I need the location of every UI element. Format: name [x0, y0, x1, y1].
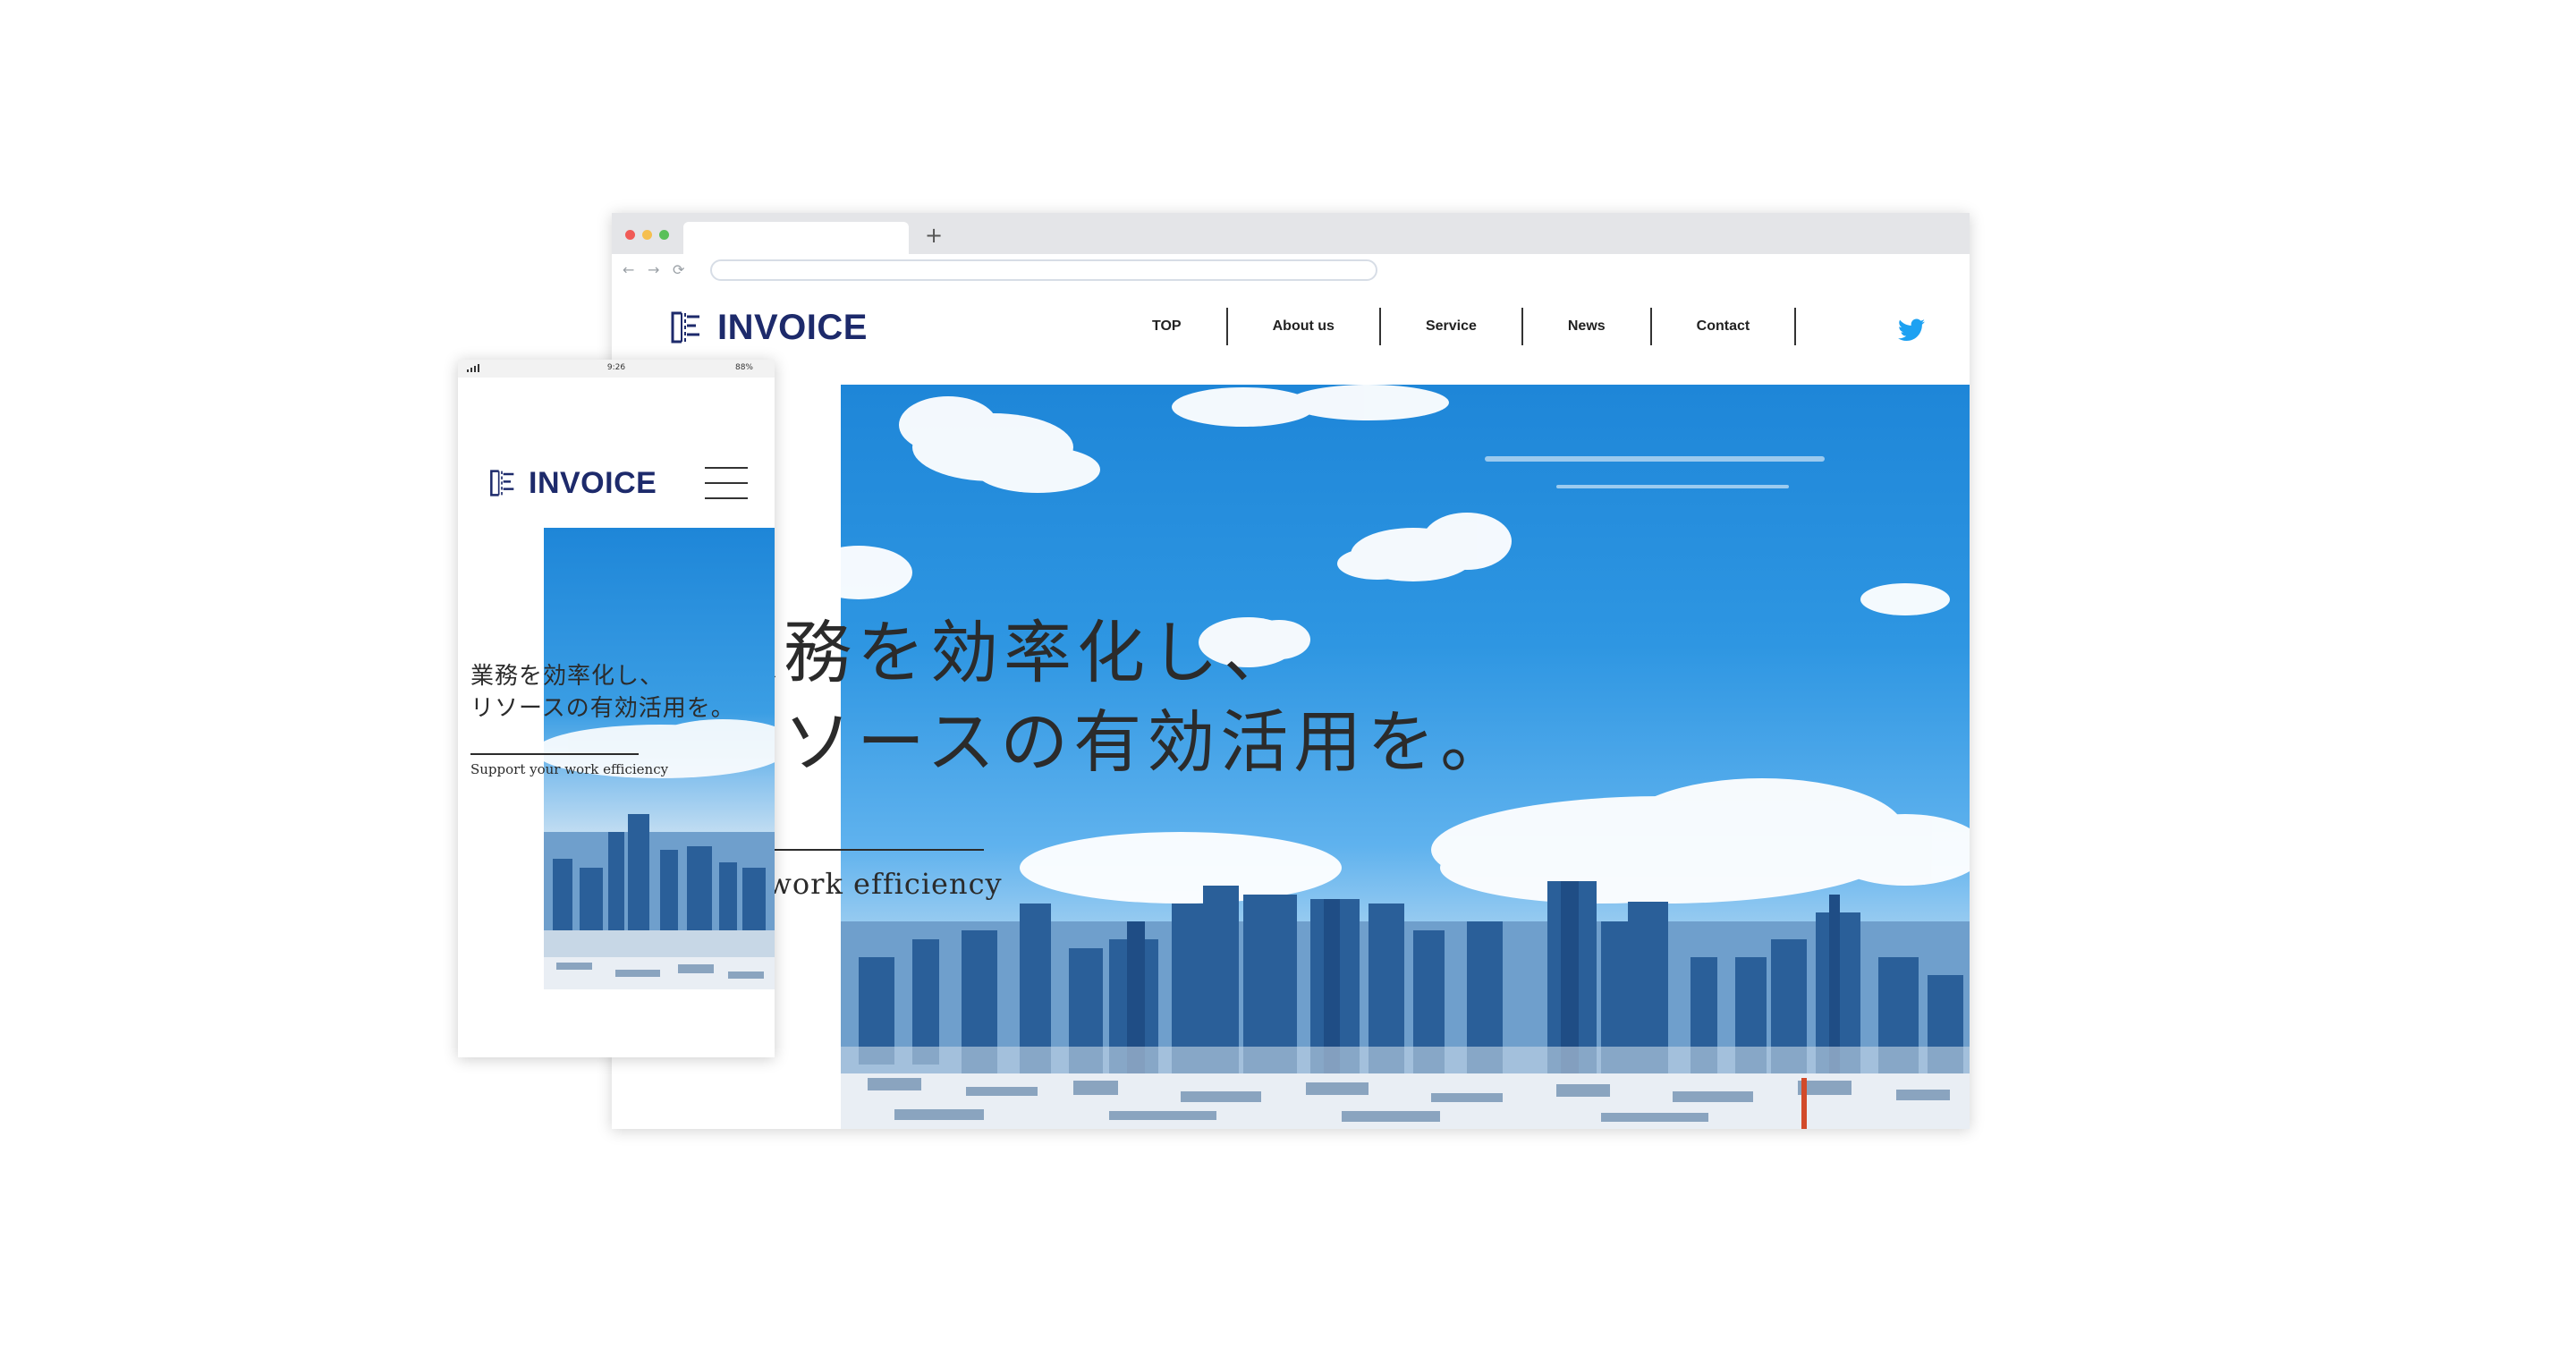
nav-item-about-us[interactable]: About us — [1228, 308, 1381, 345]
address-bar[interactable] — [710, 259, 1377, 281]
mobile-phone-mockup: 9:26 88% INVOICE 業務を効率化し、 リソースの有効活用を。 Su… — [458, 360, 775, 1057]
nav-item-contact[interactable]: Contact — [1652, 308, 1797, 345]
mobile-cityscape-illustration — [544, 719, 775, 989]
invoice-logo-icon — [671, 311, 699, 344]
mobile-hero-subline: Support your work efficiency — [470, 761, 669, 777]
site-header: INVOICE TOP About us Service News Contac… — [612, 288, 1970, 369]
minimize-window-dot[interactable] — [642, 230, 652, 240]
main-nav: TOP About us Service News Contact — [1152, 308, 1797, 345]
desktop-browser-mockup: + ← → ⟳ INVOICE TOP About us Service New… — [612, 213, 1970, 1129]
hero-cityscape-image — [841, 385, 1970, 1129]
mobile-hero-image — [544, 528, 775, 989]
browser-tab[interactable] — [683, 222, 909, 254]
close-window-dot[interactable] — [625, 230, 635, 240]
twitter-icon[interactable] — [1898, 318, 1925, 342]
hamburger-menu-icon[interactable] — [705, 465, 748, 501]
cityscape-illustration — [841, 385, 1970, 1129]
status-time: 9:26 — [606, 363, 626, 372]
status-bar: 9:26 88% — [458, 360, 775, 378]
mobile-site-logo[interactable]: INVOICE — [488, 465, 657, 501]
nav-item-top[interactable]: TOP — [1152, 308, 1228, 345]
browser-tab-bar: + — [612, 213, 1970, 254]
nav-item-service[interactable]: Service — [1381, 308, 1523, 345]
new-tab-button[interactable]: + — [920, 222, 947, 249]
mobile-hero-headline: 業務を効率化し、 リソースの有効活用を。 — [470, 660, 735, 725]
browser-toolbar: ← → ⟳ — [612, 254, 1970, 288]
mobile-hero-headline-line-1: 業務を効率化し、 — [470, 663, 665, 690]
invoice-logo-icon — [490, 470, 514, 496]
nav-item-news[interactable]: News — [1523, 308, 1652, 345]
maximize-window-dot[interactable] — [659, 230, 669, 240]
mobile-hero-headline-line-2: リソースの有効活用を。 — [470, 695, 735, 722]
status-battery: 88% — [734, 363, 753, 372]
forward-arrow-icon[interactable]: → — [648, 261, 659, 279]
logo-wordmark: INVOICE — [717, 307, 868, 347]
back-arrow-icon[interactable]: ← — [623, 261, 634, 279]
mobile-hero-divider — [470, 753, 639, 755]
reload-icon[interactable]: ⟳ — [673, 261, 684, 279]
site-logo[interactable]: INVOICE — [669, 308, 868, 347]
logo-wordmark: INVOICE — [529, 465, 657, 500]
